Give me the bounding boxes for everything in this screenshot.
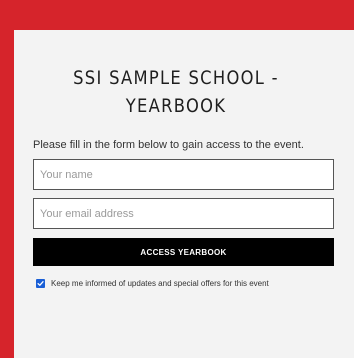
email-input[interactable] [33, 198, 334, 229]
brand-header-band [0, 0, 354, 30]
page-title: SSI SAMPLE SCHOOL - YEARBOOK [73, 67, 279, 117]
brand-side-band [0, 30, 14, 358]
access-yearbook-button[interactable]: ACCESS YEARBOOK [33, 238, 334, 266]
consent-row[interactable]: Keep me informed of updates and special … [36, 279, 269, 288]
form-intro-text: Please fill in the form below to gain ac… [33, 139, 304, 151]
checkmark-icon [37, 281, 44, 286]
name-input[interactable] [33, 159, 334, 190]
consent-label: Keep me informed of updates and special … [51, 279, 269, 288]
consent-checkbox[interactable] [36, 279, 45, 288]
